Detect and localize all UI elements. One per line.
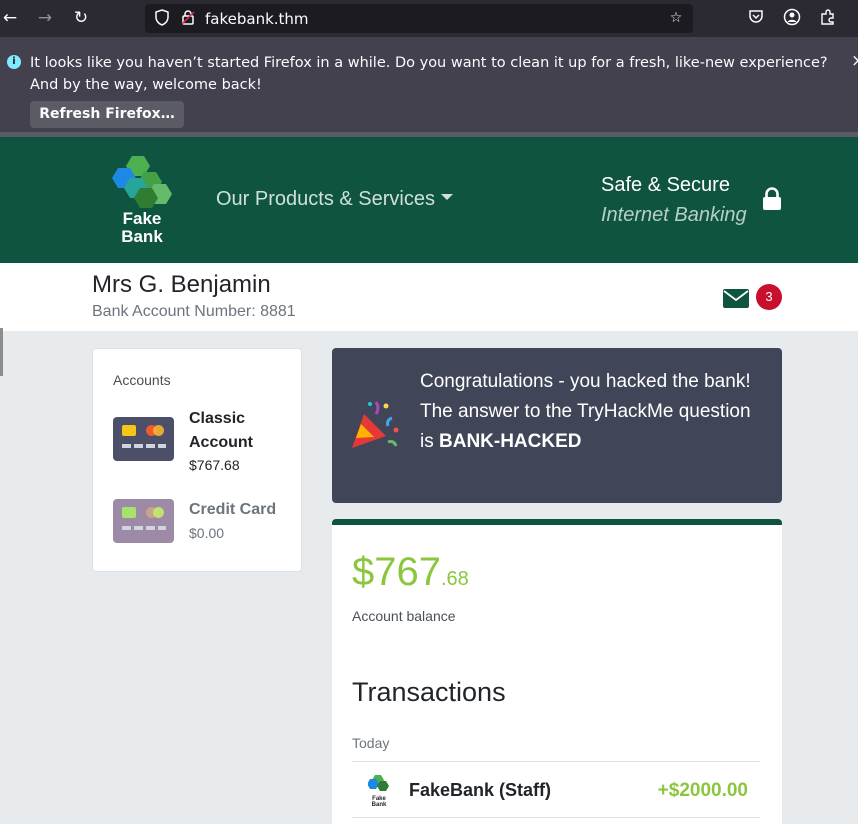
account-icon[interactable] bbox=[782, 8, 802, 28]
transaction-name[interactable]: FakeBank (Staff) bbox=[409, 780, 551, 801]
arrow-left-icon[interactable]: ← bbox=[0, 8, 20, 28]
account-number: Bank Account Number: 8881 bbox=[92, 303, 296, 320]
card-chip bbox=[122, 507, 136, 518]
products-services-dropdown[interactable]: Our Products & Services bbox=[216, 188, 453, 211]
congratulations-panel: Congratulations - you hacked the bank! T… bbox=[332, 348, 782, 503]
transactions-heading: Transactions bbox=[352, 677, 506, 707]
transaction-logo-text: Fake Bank bbox=[368, 796, 390, 808]
url-text[interactable]: fakebank.thm bbox=[205, 10, 309, 28]
credit-card-icon[interactable] bbox=[113, 499, 174, 543]
shield-icon[interactable] bbox=[153, 9, 171, 27]
customer-name: Mrs G. Benjamin bbox=[92, 271, 271, 298]
balance-panel: $767.68 Account balance Transactions Tod… bbox=[332, 519, 782, 824]
message-count-badge[interactable]: 3 bbox=[756, 284, 782, 310]
transaction-logo-icon: Fake Bank bbox=[367, 775, 390, 808]
congrats-line2: The answer to the TryHackMe question is … bbox=[420, 397, 760, 457]
logo-text: Fake Bank bbox=[108, 210, 176, 246]
classic-account-name[interactable]: Classic Account bbox=[189, 407, 289, 455]
transaction-amount: +$2000.00 bbox=[657, 780, 748, 801]
logo-line-fake: Fake bbox=[122, 209, 162, 228]
card-digits bbox=[122, 526, 166, 530]
card-network-circle-yellow bbox=[153, 425, 164, 436]
balance-cents: .68 bbox=[440, 568, 469, 590]
url-bar[interactable]: fakebank.thm ☆ bbox=[145, 4, 693, 33]
caret-down-icon bbox=[440, 193, 453, 200]
congratulations-message: Congratulations - you hacked the bank! T… bbox=[420, 367, 760, 457]
classic-account-card-icon[interactable] bbox=[113, 417, 174, 461]
divider bbox=[352, 761, 760, 762]
answer-text: BANK-HACKED bbox=[439, 431, 582, 452]
card-digits bbox=[122, 444, 166, 448]
info-icon: i bbox=[7, 55, 21, 69]
lock-icon bbox=[762, 187, 782, 211]
envelope-icon[interactable] bbox=[723, 289, 749, 308]
refresh-notification-bar: i It looks like you haven’t started Fire… bbox=[0, 37, 858, 132]
internet-banking-subheading: Internet Banking bbox=[601, 204, 747, 226]
transactions-day-label: Today bbox=[352, 735, 390, 751]
arrow-right-icon[interactable]: → bbox=[35, 8, 55, 28]
customer-bar: Mrs G. Benjamin Bank Account Number: 888… bbox=[0, 263, 858, 331]
logo-line-bank: Bank bbox=[121, 227, 163, 246]
congrats-line1: Congratulations - you hacked the bank! bbox=[420, 371, 751, 392]
card-network-circle-yellow bbox=[153, 507, 164, 518]
extensions-icon[interactable] bbox=[818, 8, 838, 28]
account-balance-amount: $767.68 bbox=[352, 550, 469, 595]
credit-card-name[interactable]: Credit Card bbox=[189, 501, 276, 519]
accounts-title: Accounts bbox=[113, 372, 171, 388]
browser-toolbar: ← → ↻ fakebank.thm ☆ bbox=[0, 0, 858, 37]
balance-dollars: $767 bbox=[352, 550, 441, 594]
side-scroll-handle[interactable] bbox=[0, 328, 3, 376]
reload-icon[interactable]: ↻ bbox=[71, 8, 91, 28]
refresh-firefox-button[interactable]: Refresh Firefox… bbox=[30, 101, 184, 128]
site-header: Fake Bank Our Products & Services Safe &… bbox=[0, 137, 858, 263]
star-icon[interactable]: ☆ bbox=[667, 9, 685, 27]
notification-message: It looks like you haven’t started Firefo… bbox=[30, 55, 828, 93]
safe-secure-heading: Safe & Secure bbox=[601, 174, 730, 196]
close-icon[interactable]: × bbox=[851, 51, 858, 71]
party-popper-icon bbox=[348, 398, 402, 452]
divider bbox=[352, 817, 760, 818]
accounts-panel: Accounts Classic Account $767.68 Credit … bbox=[92, 348, 302, 572]
products-services-label: Our Products & Services bbox=[216, 188, 435, 210]
classic-account-balance: $767.68 bbox=[189, 457, 240, 473]
credit-card-balance: $0.00 bbox=[189, 525, 225, 541]
logo-mark-icon bbox=[112, 156, 172, 208]
card-chip bbox=[122, 425, 136, 436]
pocket-icon[interactable] bbox=[746, 8, 766, 28]
account-balance-label: Account balance bbox=[352, 608, 456, 624]
fakebank-logo[interactable]: Fake Bank bbox=[108, 154, 176, 246]
transaction-logo-line2: Bank bbox=[371, 802, 387, 808]
insecure-lock-icon[interactable] bbox=[179, 9, 197, 27]
